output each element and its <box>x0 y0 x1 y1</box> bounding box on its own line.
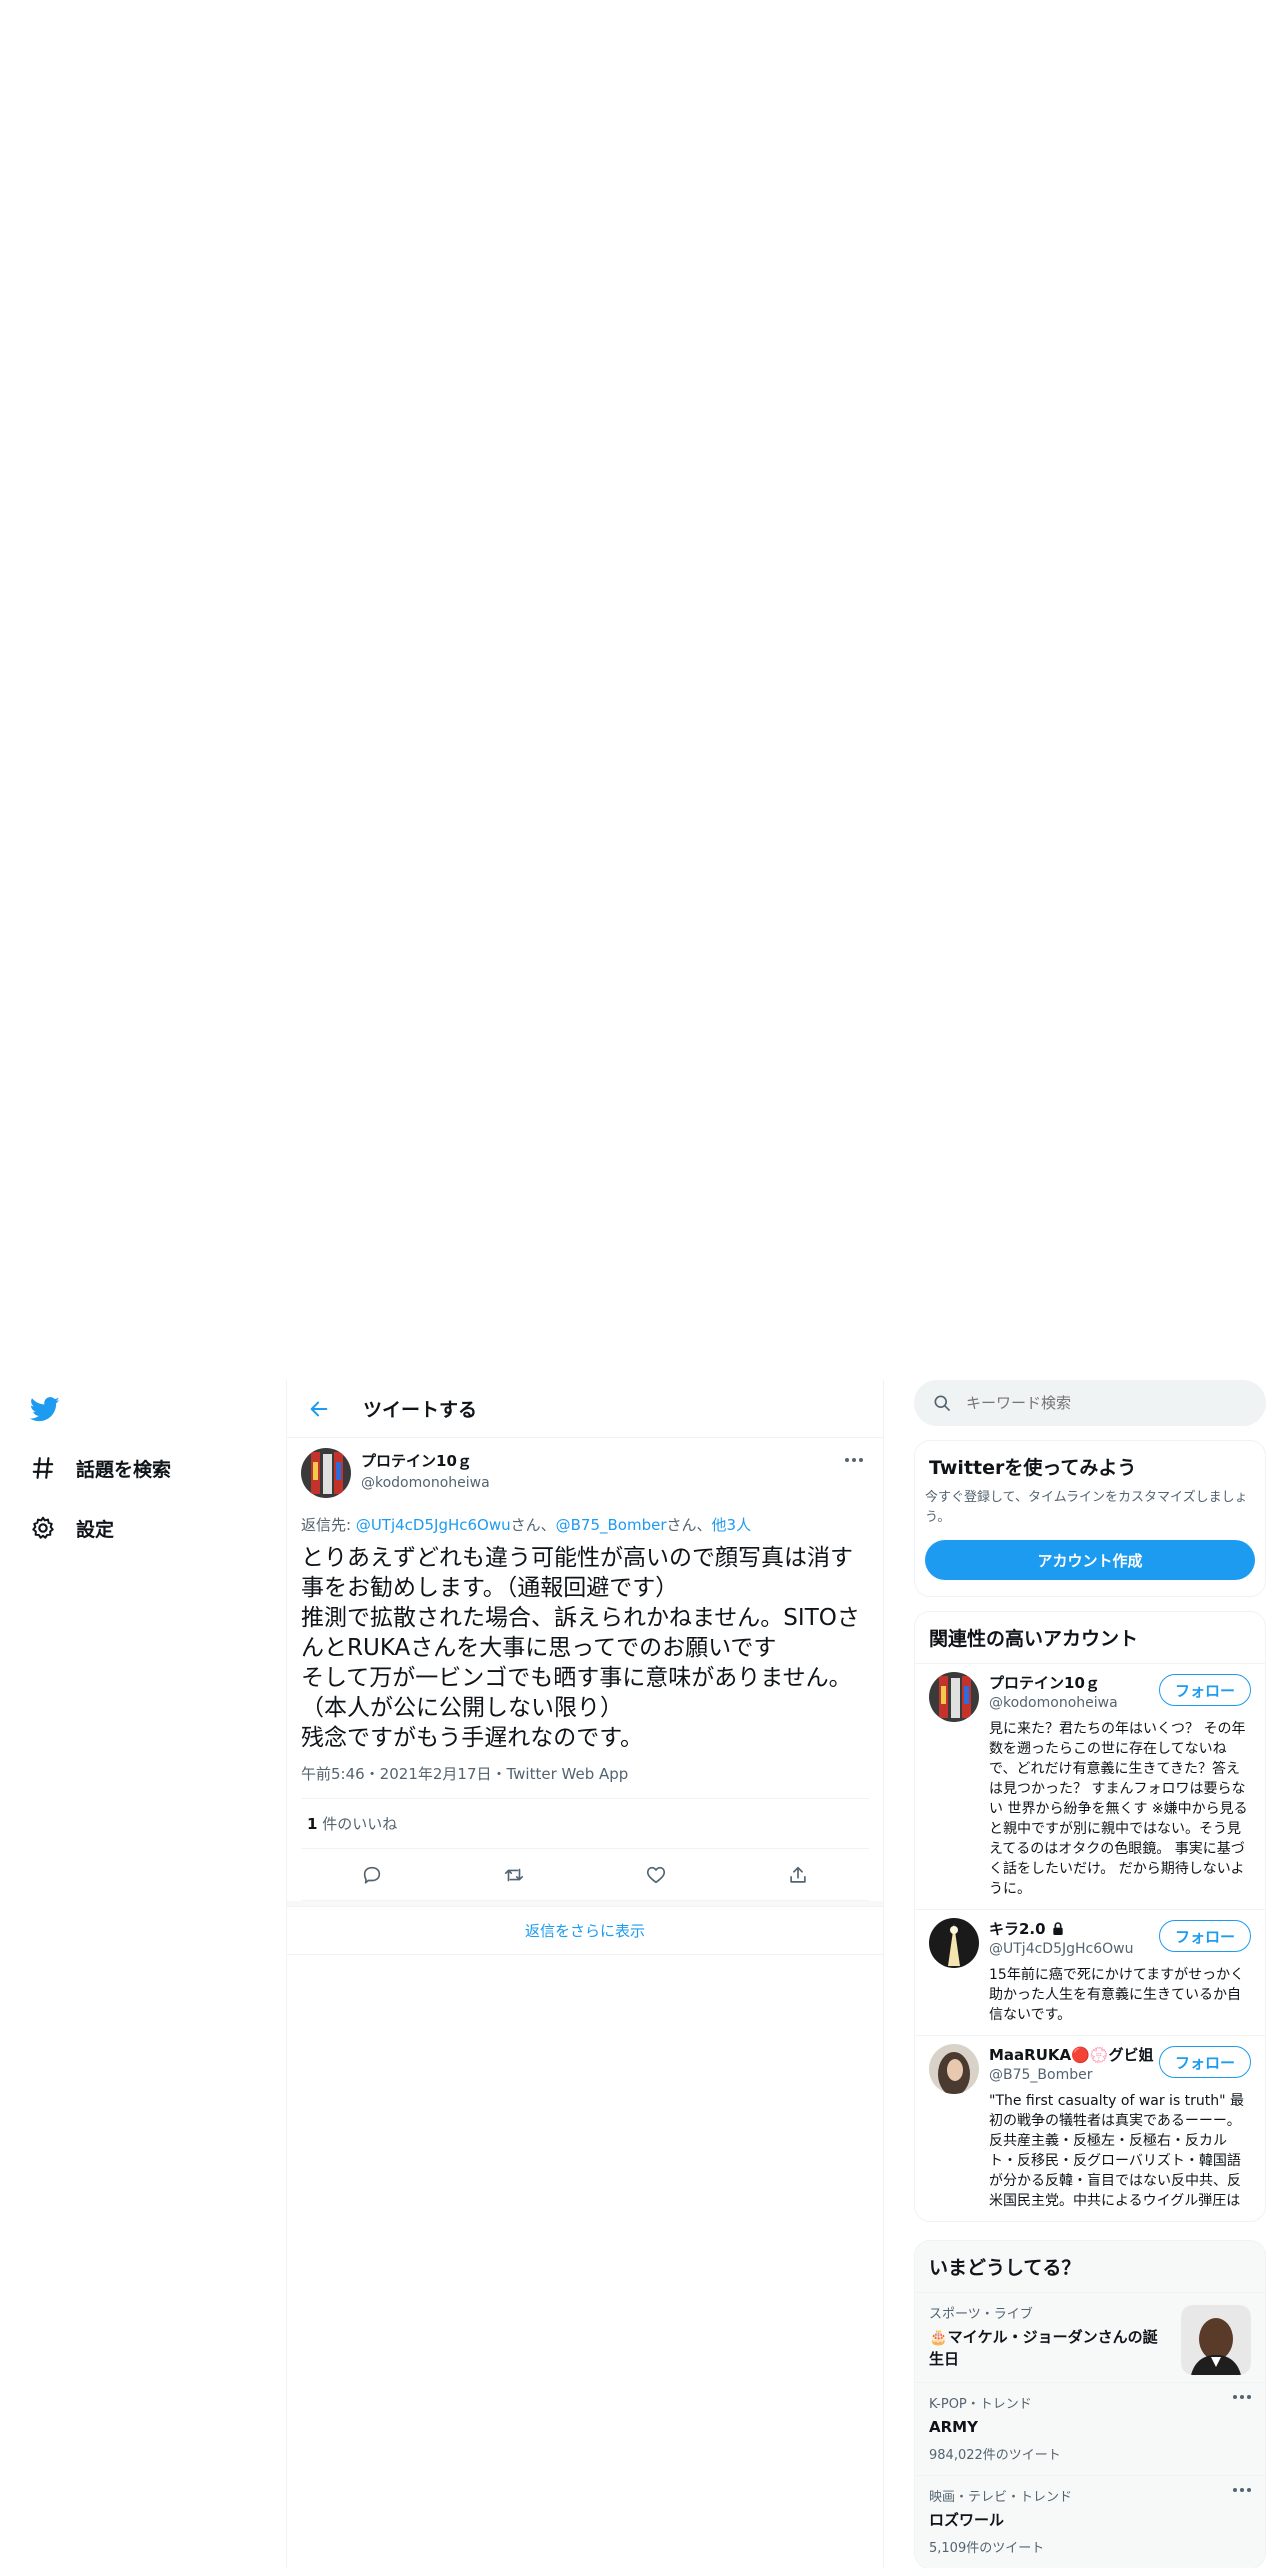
follow-button[interactable]: フォロー <box>1159 1674 1251 1706</box>
account-item[interactable]: MaaRUKA🔴💮グビ姐 @B75_Bomber "The first casu… <box>915 2035 1265 2221</box>
nav-explore-label: 話題を検索 <box>76 1458 172 1481</box>
twitter-bird-icon[interactable] <box>28 1394 62 1424</box>
retweet-icon[interactable] <box>499 1860 529 1890</box>
trend-name: ARMY <box>929 2418 978 2436</box>
follow-button[interactable]: フォロー <box>1159 1920 1251 1952</box>
related-accounts-card: 関連性の高いアカウント プロテイン10ｇ @kodomonoheiwa 見に来た… <box>914 1611 1266 2222</box>
follow-button[interactable]: フォロー <box>1159 2046 1251 2078</box>
right-sidebar: Twitterを使ってみよう 今すぐ登録して、タイムラインをカスタマイズしましょ… <box>914 1380 1266 2568</box>
trend-item[interactable]: 映画・テレビ・トレンド ロズワール 5,109件のツイート <box>915 2475 1265 2568</box>
main-header: ツイートする <box>287 1380 883 1438</box>
author-name[interactable]: プロテイン10ｇ <box>361 1450 490 1471</box>
arrow-left-icon[interactable] <box>305 1395 333 1423</box>
share-icon[interactable] <box>783 1860 813 1890</box>
create-account-button[interactable]: アカウント作成 <box>925 1540 1255 1580</box>
trend-item[interactable]: K-POP・トレンド ARMY 984,022件のツイート <box>915 2382 1265 2475</box>
search-bar[interactable] <box>914 1380 1266 1426</box>
hashtag-icon <box>28 1453 58 1483</box>
account-bio: 15年前に癌で死にかけてますがせっかく助かった人生を有意義に生きているか自信ない… <box>989 1967 1245 2023</box>
reply-mention-link[interactable]: @B75_Bomber <box>556 1516 667 1534</box>
tweet-author: プロテイン10ｇ @kodomonoheiwa <box>361 1450 490 1491</box>
nav-settings[interactable]: 設定 <box>28 1508 114 1548</box>
tweet-actions <box>301 1849 869 1901</box>
search-input[interactable] <box>966 1394 1226 1412</box>
trend-category: K-POP・トレンド <box>929 2397 1032 2412</box>
reply-mention-link[interactable]: @UTj4cD5JgHc6Owu <box>356 1516 511 1534</box>
page-title: ツイートする <box>363 1399 478 1421</box>
trend-thumbnail <box>1181 2305 1251 2375</box>
avatar[interactable] <box>929 1672 979 1722</box>
more-options-icon[interactable] <box>1233 2488 1251 2492</box>
account-bio: "The first casualty of war is truth" 最初の… <box>989 2093 1245 2209</box>
trends-card: いまどうしてる？ スポーツ・ライブ 🎂マイケル・ジョーダンさんの誕生日 K-PO… <box>914 2240 1266 2568</box>
search-icon <box>934 1395 950 1411</box>
trend-name: ロズワール <box>929 2511 1005 2529</box>
reply-separator: さん、 <box>510 1516 556 1534</box>
account-name-text: キラ2.0 <box>989 1920 1046 1938</box>
main-column: ツイートする プロテイン10ｇ @kodomonoheiwa 返信先: @UTj… <box>286 1380 884 2568</box>
tweet-text: とりあえずどれも違う可能性が高いので顔写真は消す事をお勧めします。（通報回避です… <box>301 1545 860 1751</box>
reply-icon[interactable] <box>357 1860 387 1890</box>
avatar[interactable] <box>929 2044 979 2094</box>
trend-name: 🎂マイケル・ジョーダンさんの誕生日 <box>929 2328 1158 2368</box>
nav-explore[interactable]: 話題を検索 <box>28 1448 171 1488</box>
heart-icon[interactable] <box>641 1860 671 1890</box>
trend-tweet-count: 984,022件のツイート <box>929 2448 1061 2463</box>
account-item[interactable]: プロテイン10ｇ @kodomonoheiwa 見に来た？君たちの年はいくつ？ … <box>915 1663 1265 1909</box>
like-count[interactable]: 1 件のいいね <box>301 1799 869 1849</box>
related-accounts-title: 関連性の高いアカウント <box>929 1628 1139 1650</box>
more-options-icon[interactable] <box>1233 2395 1251 2399</box>
trend-category: スポーツ・ライブ <box>929 2307 1033 2322</box>
signup-card: Twitterを使ってみよう 今すぐ登録して、タイムラインをカスタマイズしましょ… <box>914 1440 1266 1597</box>
trend-category: 映画・テレビ・トレンド <box>929 2490 1073 2505</box>
reply-prefix: 返信先: <box>301 1516 356 1534</box>
tweet-timestamp[interactable]: 午前5:46・2021年2月17日・Twitter Web App <box>301 1763 869 1799</box>
signup-card-description: 今すぐ登録して、タイムラインをカスタマイズしましょう。 <box>925 1490 1248 1525</box>
nav-settings-label: 設定 <box>76 1518 115 1541</box>
page: 話題を検索 設定 ツイートする プロテイン10ｇ @kodomonoheiwa … <box>0 0 1284 2568</box>
reply-separator: さん、 <box>666 1516 712 1534</box>
signup-card-title: Twitterを使ってみよう <box>929 1457 1137 1479</box>
account-bio: 見に来た？君たちの年はいくつ？ その年数を遡ったらこの世に存在してないね で、ど… <box>989 1721 1248 1897</box>
reply-others-link[interactable]: 他3人 <box>712 1516 752 1534</box>
trend-tweet-count: 5,109件のツイート <box>929 2541 1045 2556</box>
tweet-header: プロテイン10ｇ @kodomonoheiwa <box>301 1448 869 1498</box>
trends-title: いまどうしてる？ <box>929 2257 1081 2279</box>
more-options-icon[interactable] <box>841 1450 867 1470</box>
like-count-number: 1 <box>307 1815 318 1833</box>
show-more-replies-link[interactable]: 返信をさらに表示 <box>287 1907 883 1955</box>
like-count-label: 件のいいね <box>317 1815 398 1833</box>
lock-icon <box>1052 1921 1063 1935</box>
tweet: プロテイン10ｇ @kodomonoheiwa 返信先: @UTj4cD5JgH… <box>287 1438 883 1901</box>
trend-item[interactable]: スポーツ・ライブ 🎂マイケル・ジョーダンさんの誕生日 <box>915 2292 1265 2382</box>
account-item[interactable]: キラ2.0 @UTj4cD5JgHc6Owu 15年前に癌で死にかけてますがせっ… <box>915 1909 1265 2035</box>
author-handle[interactable]: @kodomonoheiwa <box>361 1475 490 1491</box>
gear-icon <box>28 1513 58 1543</box>
account-info: プロテイン10ｇ @kodomonoheiwa 見に来た？君たちの年はいくつ？ … <box>989 1672 1251 1899</box>
avatar[interactable] <box>301 1448 351 1498</box>
avatar[interactable] <box>929 1918 979 1968</box>
reply-to: 返信先: @UTj4cD5JgHc6Owuさん、@B75_Bomberさん、他3… <box>301 1514 869 1535</box>
